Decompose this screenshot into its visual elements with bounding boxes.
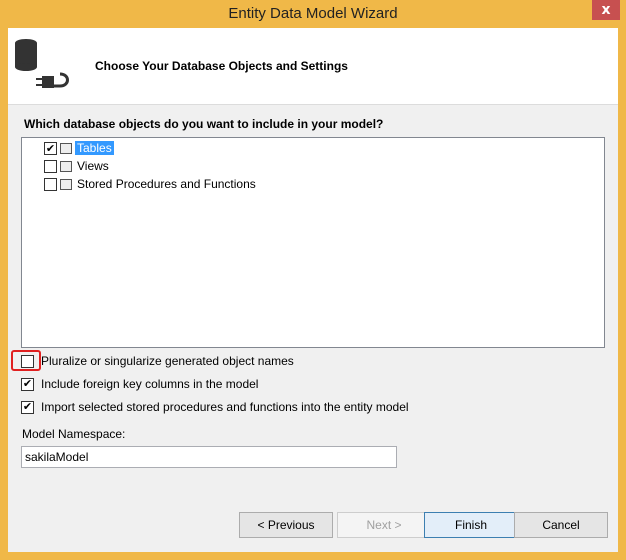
pluralize-checkbox[interactable]: [21, 354, 34, 368]
pluralize-option[interactable]: Pluralize or singularize generated objec…: [21, 354, 294, 368]
namespace-label: Model Namespace:: [22, 427, 126, 441]
tree-item-label[interactable]: Views: [75, 159, 111, 173]
tables-checkbox[interactable]: ✔: [44, 141, 57, 155]
check-icon: ✔: [45, 141, 56, 155]
wizard-content: Which database objects do you want to in…: [8, 105, 618, 552]
database-objects-tree[interactable]: ✔ Tables Views Stored Procedures and Fun…: [21, 137, 605, 348]
page-title: Choose Your Database Objects and Setting…: [95, 59, 348, 73]
finish-button[interactable]: Finish: [424, 512, 518, 538]
foreign-key-checkbox[interactable]: ✔: [21, 377, 34, 391]
title-bar[interactable]: Entity Data Model Wizard x: [0, 0, 626, 28]
window-title: Entity Data Model Wizard: [228, 5, 398, 22]
tree-item-label[interactable]: Stored Procedures and Functions: [75, 177, 258, 191]
table-object-icon: [60, 142, 72, 154]
option-label: Pluralize or singularize generated objec…: [41, 354, 294, 368]
check-icon: ✔: [22, 400, 33, 413]
tree-item-stored-procedures[interactable]: Stored Procedures and Functions: [44, 175, 258, 193]
option-label: Include foreign key columns in the model: [41, 377, 259, 391]
close-button[interactable]: x: [592, 0, 620, 20]
cancel-button[interactable]: Cancel: [514, 512, 608, 538]
view-object-icon: [60, 160, 72, 172]
tree-item-views[interactable]: Views: [44, 157, 111, 175]
previous-button[interactable]: < Previous: [239, 512, 333, 538]
import-procedures-checkbox[interactable]: ✔: [21, 400, 34, 414]
next-button[interactable]: Next >: [337, 512, 431, 538]
views-checkbox[interactable]: [44, 159, 57, 173]
tree-item-label[interactable]: Tables: [75, 141, 114, 155]
namespace-input[interactable]: [21, 446, 397, 468]
wizard-window: Entity Data Model Wizard x Choose Your D…: [0, 0, 626, 560]
import-procedures-option[interactable]: ✔ Import selected stored procedures and …: [21, 400, 409, 414]
wizard-header: Choose Your Database Objects and Setting…: [8, 28, 618, 105]
database-plug-icon: [15, 39, 69, 88]
check-icon: ✔: [22, 377, 33, 390]
objects-question-label: Which database objects do you want to in…: [24, 117, 384, 131]
option-label: Import selected stored procedures and fu…: [41, 400, 409, 414]
close-icon: x: [601, 2, 611, 18]
procedure-object-icon: [60, 178, 72, 190]
stored-procedures-checkbox[interactable]: [44, 177, 57, 191]
tree-item-tables[interactable]: ✔ Tables: [44, 139, 114, 157]
foreign-key-option[interactable]: ✔ Include foreign key columns in the mod…: [21, 377, 258, 391]
